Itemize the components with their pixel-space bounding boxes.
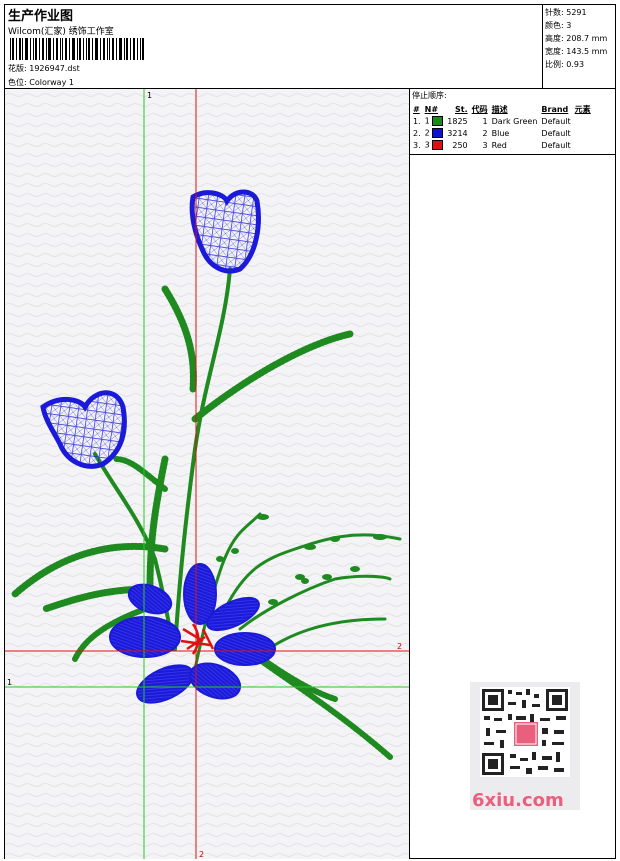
colorway-value: Colorway 1 <box>29 78 74 87</box>
row-index: 2. <box>413 128 421 138</box>
table-row: 2. 2 3214 2 Blue Default <box>411 127 593 139</box>
col-index: # <box>413 104 420 114</box>
color-swatch <box>432 128 444 138</box>
stat-height: 高度: 208.7 mm <box>545 34 608 43</box>
row-index: 3. <box>413 140 421 150</box>
col-description: 描述 <box>491 104 508 114</box>
barcode <box>10 38 144 60</box>
row-code: 1 <box>482 116 488 126</box>
row-needle: 2 <box>423 127 446 139</box>
row-brand: Default <box>541 140 571 150</box>
col-needle: N# <box>424 104 439 114</box>
watermark-text: 6xiu.com <box>472 790 564 811</box>
row-stitches: 1825 <box>447 116 468 126</box>
stat-colors: 颜色: 3 <box>545 21 572 30</box>
page-title: 生产作业图 <box>8 9 74 24</box>
row-code: 3 <box>482 140 488 150</box>
design-file-row: 花版: 1926947.dst <box>8 63 80 74</box>
row-description: Dark Green <box>491 116 538 126</box>
col-code: 代码 <box>471 104 488 114</box>
qr-code-pattern <box>480 687 570 777</box>
row-stitches: 250 <box>452 140 468 150</box>
guide-label-green-top: 1 <box>147 91 152 100</box>
row-code: 2 <box>482 128 488 138</box>
stat-stitches: 针数: 5291 <box>545 8 587 17</box>
colorway-label: 色位: <box>8 78 27 87</box>
col-stitches: St. <box>455 104 468 114</box>
sequence-table: # N# St. 代码 描述 Brand 元素 1. 1 1825 1 Dark… <box>411 103 593 151</box>
colorway-row: 色位: Colorway 1 <box>8 77 74 88</box>
row-stitches: 3214 <box>447 128 468 138</box>
row-index: 1. <box>413 116 421 126</box>
sequence-header-row: # N# St. 代码 描述 Brand 元素 <box>411 103 593 115</box>
stat-scale: 比例: 0.93 <box>545 60 585 69</box>
row-brand: Default <box>541 116 571 126</box>
color-swatch <box>432 116 444 126</box>
design-preview: 1 1 2 2 <box>5 89 410 859</box>
design-label: 花版: <box>8 64 27 73</box>
row-description: Red <box>491 140 507 150</box>
design-stats: 针数: 5291 颜色: 3 高度: 208.7 mm 宽度: 143.5 mm… <box>543 5 615 89</box>
table-row: 3. 3 250 3 Red Default <box>411 139 593 151</box>
stat-width: 宽度: 143.5 mm <box>545 47 608 56</box>
col-element: 元素 <box>574 104 591 114</box>
guide-label-red-bottom: 2 <box>199 850 204 859</box>
guide-label-green-left: 1 <box>7 678 12 687</box>
color-swatch <box>432 140 444 150</box>
design-file: 1926947.dst <box>29 64 80 73</box>
row-description: Blue <box>491 128 510 138</box>
studio-name: Wilcom(汇家) 绣饰工作室 <box>8 27 114 37</box>
table-row: 1. 1 1825 1 Dark Green Default <box>411 115 593 127</box>
row-needle: 1 <box>423 115 446 127</box>
header-info: 生产作业图 Wilcom(汇家) 绣饰工作室 花版: 1926947.dst 色… <box>5 5 543 89</box>
embroidery-design: 1 1 2 2 <box>5 89 409 859</box>
row-brand: Default <box>541 128 571 138</box>
row-needle: 3 <box>423 139 446 151</box>
guide-label-red-right: 2 <box>397 642 402 651</box>
col-brand: Brand <box>541 104 569 114</box>
sequence-title: 停止顺序: <box>412 91 447 100</box>
